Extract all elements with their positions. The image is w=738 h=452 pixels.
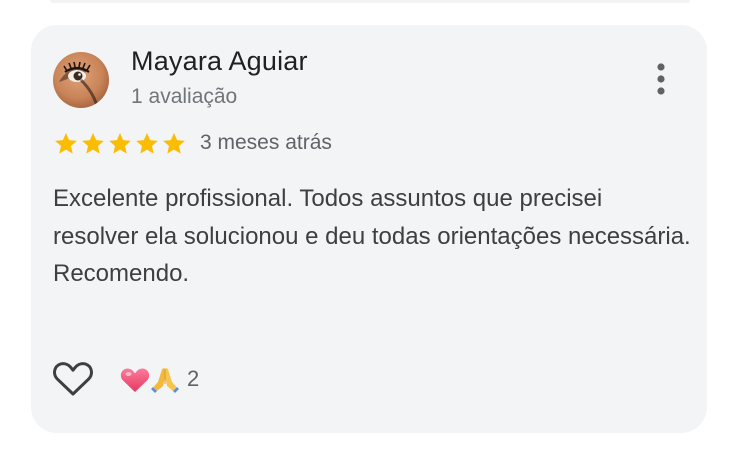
review-card: Mayara Aguiar 1 avaliação 3 meses atrás … <box>31 25 707 433</box>
heart-icon <box>120 368 150 392</box>
heart-outline-icon <box>53 362 93 396</box>
review-time: 3 meses atrás <box>200 131 332 154</box>
reaction-count: 2 <box>187 366 200 391</box>
star-icon <box>163 132 185 154</box>
star-icon <box>109 132 131 154</box>
star-icon <box>55 132 77 154</box>
review-paragraph: Excelente profissional. Todos assuntos q… <box>53 185 691 250</box>
star-icon <box>136 132 158 154</box>
author-review-count: 1 avaliação <box>131 85 238 108</box>
more-vert-icon <box>657 63 665 95</box>
top-divider <box>50 0 690 3</box>
star-icon <box>82 132 104 154</box>
review-paragraph: Recomendo. <box>53 260 190 287</box>
reactions-summary[interactable]: 2 <box>119 361 199 397</box>
praying-hands-icon <box>151 368 179 393</box>
avatar[interactable] <box>53 52 109 108</box>
like-button[interactable] <box>51 359 95 399</box>
review-text: Excelente profissional. Todos assuntos q… <box>53 180 693 293</box>
author-name[interactable]: Mayara Aguiar <box>131 46 308 77</box>
more-options-button[interactable] <box>645 57 677 101</box>
star-rating <box>53 131 187 157</box>
